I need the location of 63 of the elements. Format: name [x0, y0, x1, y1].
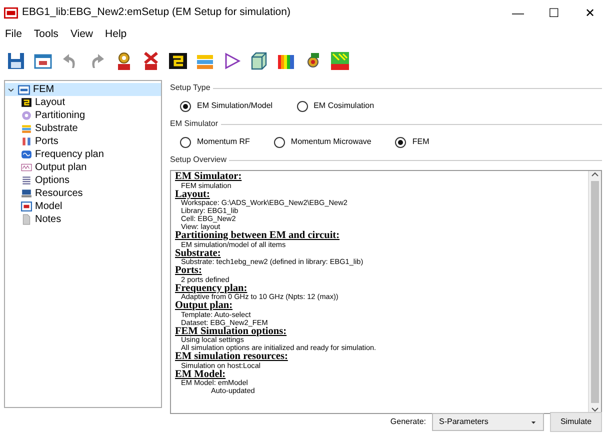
- tree-item[interactable]: Frequency plan: [5, 148, 161, 161]
- app-icon: [4, 6, 18, 20]
- scroll-down-icon[interactable]: [591, 405, 599, 413]
- scroll-up-icon[interactable]: [591, 171, 599, 179]
- section-heading: EM Model:: [175, 370, 226, 379]
- layout-icon: [21, 97, 32, 108]
- cube-icon[interactable]: [249, 51, 269, 71]
- radio-option[interactable]: EM Simulation/Model: [180, 100, 273, 112]
- ports-icon: [21, 136, 32, 147]
- radio-option[interactable]: EM Cosimulation: [296, 100, 374, 112]
- model-icon: [21, 201, 32, 212]
- menu-item[interactable]: View: [69, 27, 94, 43]
- delete-icon[interactable]: [141, 51, 161, 71]
- menu-item[interactable]: File: [4, 27, 23, 43]
- section-heading: Substrate:: [175, 248, 221, 258]
- generate-dropdown[interactable]: S-Parameters: [432, 413, 544, 431]
- section-heading: FEM Simulation options:: [175, 326, 287, 336]
- grid-icon[interactable]: [330, 51, 350, 71]
- server-icon: [21, 188, 32, 199]
- tree-item[interactable]: Layout: [5, 96, 161, 109]
- tree-item[interactable]: Model: [5, 200, 161, 213]
- section-heading: Partitioning between EM and circuit:: [175, 231, 340, 240]
- simulate-button[interactable]: Simulate: [550, 412, 602, 432]
- menu-item[interactable]: Tools: [32, 27, 60, 43]
- tree-item[interactable]: Output plan: [5, 161, 161, 174]
- radio-option[interactable]: Momentum Microwave: [274, 136, 372, 148]
- tree-item[interactable]: Substrate: [5, 122, 161, 135]
- tree-item[interactable]: Options: [5, 174, 161, 187]
- menu-item[interactable]: Help: [104, 27, 128, 43]
- window-title: EBG1_lib:EBG_New2:emSetup (EM Setup for simulation): [22, 5, 292, 20]
- tree-item[interactable]: Ports: [5, 135, 161, 148]
- expand-caret-icon: [7, 86, 15, 94]
- fem-icon: [18, 84, 30, 96]
- maximize-button[interactable]: ☐: [536, 4, 572, 22]
- group-title: EM Simulator: [170, 118, 218, 130]
- output-icon: [21, 162, 32, 173]
- section-heading: EM Simulator:: [175, 172, 242, 182]
- list-icon: [21, 175, 32, 186]
- section-heading: Frequency plan:: [175, 284, 248, 293]
- close-button[interactable]: ✕: [572, 4, 608, 22]
- scrollbar[interactable]: [588, 171, 601, 413]
- tree-item[interactable]: FEM: [5, 83, 161, 96]
- radio-option[interactable]: FEM: [395, 136, 430, 148]
- radio-option[interactable]: Momentum RF: [180, 136, 250, 148]
- tree-item[interactable]: Resources: [5, 187, 161, 200]
- triangle-icon[interactable]: [222, 51, 242, 71]
- section-heading: Output plan:: [175, 301, 233, 310]
- caret-icon: [530, 418, 537, 426]
- minimize-button[interactable]: —: [500, 4, 536, 22]
- group-title: Setup Type: [170, 82, 210, 94]
- group-title: Setup Overview: [170, 154, 226, 166]
- section-heading: Ports:: [175, 266, 202, 276]
- substrate-icon: [21, 123, 32, 134]
- frequency-icon: [21, 149, 32, 160]
- tree-item[interactable]: Notes: [5, 213, 161, 226]
- layout-icon[interactable]: [168, 51, 188, 71]
- tree-item[interactable]: Partitioning: [5, 109, 161, 122]
- save-icon[interactable]: [6, 51, 26, 71]
- scroll-thumb[interactable]: [591, 181, 599, 403]
- generate-label: Generate:: [390, 416, 426, 428]
- section-heading: Layout:: [175, 190, 210, 199]
- note-icon: [21, 214, 32, 225]
- section-heading: EM simulation resources:: [175, 352, 288, 362]
